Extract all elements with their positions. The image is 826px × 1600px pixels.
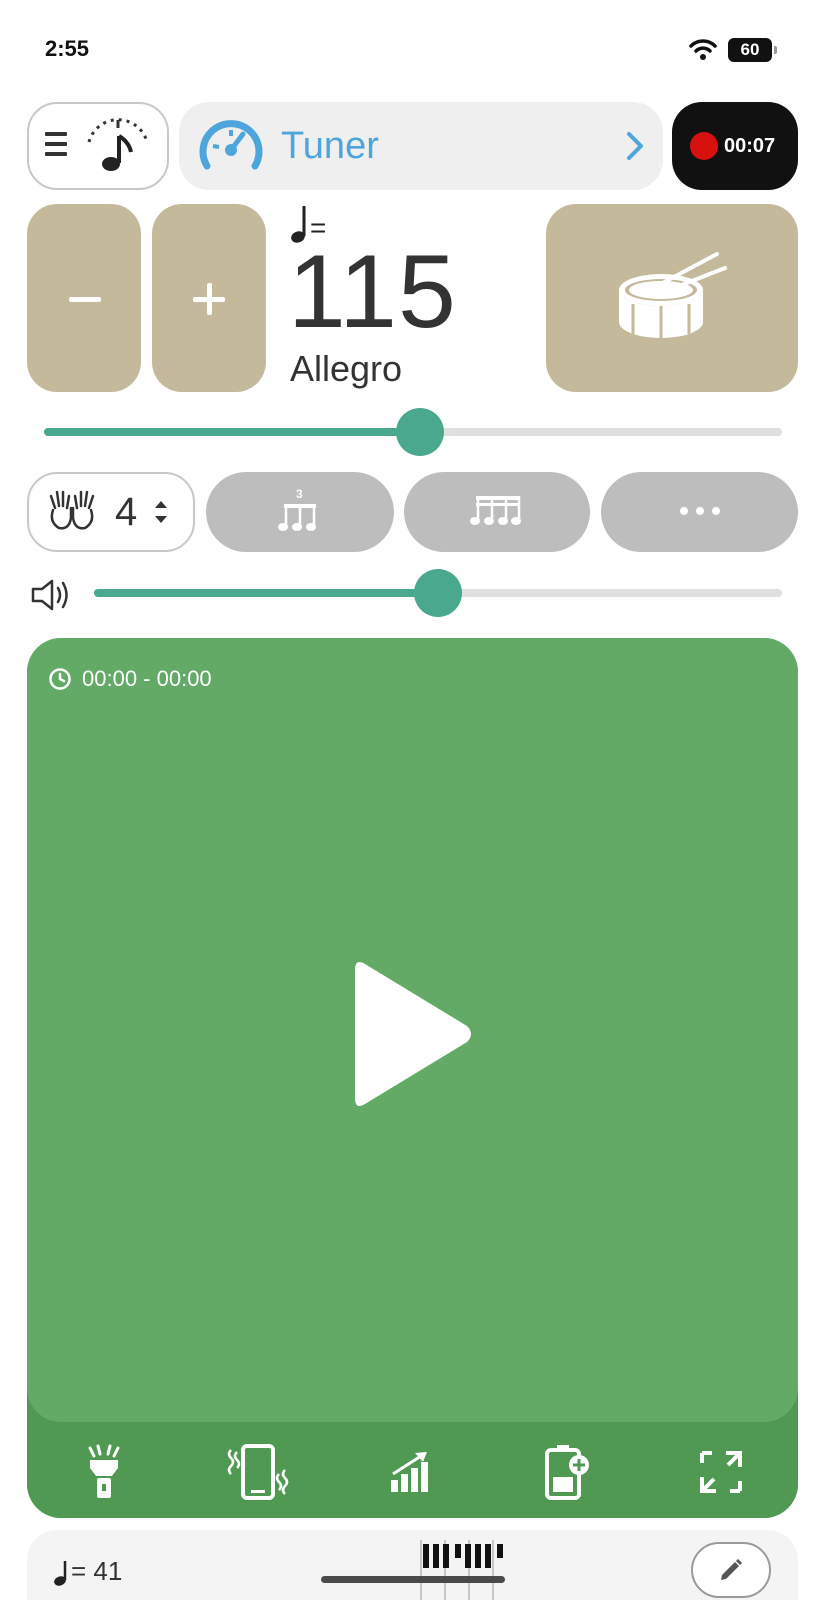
record-time: 00:07 xyxy=(724,134,776,157)
secondary-tempo[interactable]: = 41 xyxy=(53,1556,122,1587)
drum-icon xyxy=(617,246,727,351)
chevron-right-icon xyxy=(625,130,645,167)
subdivision-button[interactable] xyxy=(404,472,590,552)
menu-button[interactable] xyxy=(27,102,169,190)
piano-keys-icon[interactable] xyxy=(397,1540,507,1600)
beats-per-measure-button[interactable]: 4 xyxy=(27,472,195,552)
ellipsis-icon xyxy=(679,503,721,521)
fullscreen-icon xyxy=(699,1451,742,1493)
volume-slider[interactable] xyxy=(94,569,782,617)
status-time: 2:55 xyxy=(45,36,90,61)
pencil-icon xyxy=(721,1559,742,1580)
tempo-increase-button[interactable] xyxy=(152,204,266,392)
session-timer: 00:00 - 00:00 xyxy=(48,666,212,692)
triplet-notes-icon: 3 xyxy=(278,486,322,539)
beats-value: 4 xyxy=(115,489,138,534)
accelerate-button[interactable] xyxy=(372,1437,452,1507)
bpm-value[interactable]: 115 xyxy=(288,240,457,344)
play-icon[interactable] xyxy=(347,956,477,1117)
play-panel[interactable]: 00:00 - 00:00 xyxy=(27,638,798,1518)
beats-stepper-icon xyxy=(153,498,169,526)
flashlight-button[interactable] xyxy=(64,1437,144,1507)
record-button[interactable]: 00:07 xyxy=(672,102,798,190)
vibrate-button[interactable] xyxy=(218,1437,298,1507)
tuner-button[interactable]: Tuner xyxy=(179,102,663,190)
home-indicator xyxy=(321,1576,505,1583)
quarter-note-icon xyxy=(54,1561,67,1586)
battery-saver-button[interactable] xyxy=(527,1437,607,1507)
bottom-bar: = 41 xyxy=(27,1530,798,1600)
secondary-tempo-value: = 41 xyxy=(71,1556,123,1586)
battery-indicator: 60 xyxy=(728,38,777,62)
flashlight-icon xyxy=(88,1444,120,1498)
triplet-button[interactable]: 3 xyxy=(206,472,394,552)
battery-saver-icon xyxy=(544,1445,589,1500)
sixteenth-notes-icon xyxy=(470,492,524,533)
clapping-hands-icon xyxy=(47,488,97,537)
fullscreen-button[interactable] xyxy=(681,1437,761,1507)
play-area[interactable]: 00:00 - 00:00 xyxy=(27,638,798,1422)
hamburger-menu-icon xyxy=(45,129,69,164)
vibrate-icon xyxy=(228,1444,289,1500)
edit-button[interactable] xyxy=(691,1542,771,1598)
volume-slider-thumb[interactable] xyxy=(414,569,462,617)
accelerate-icon xyxy=(391,1452,429,1492)
tempo-display: = 115 Allegro xyxy=(288,200,530,400)
tuner-label: Tuner xyxy=(281,124,379,167)
tuner-gauge-icon xyxy=(199,116,263,177)
tempo-decrease-button[interactable] xyxy=(27,204,141,392)
clock-icon xyxy=(49,668,71,690)
speaker-volume-icon xyxy=(30,577,76,618)
volume-slider-fill xyxy=(94,589,438,597)
sound-select-button[interactable] xyxy=(546,204,798,392)
tempo-slider-fill xyxy=(44,428,421,436)
metronome-note-icon xyxy=(83,112,153,181)
feature-toolbar xyxy=(27,1432,798,1512)
wifi-icon xyxy=(689,38,717,65)
tempo-slider[interactable] xyxy=(44,408,782,456)
status-bar: 2:55 60 xyxy=(0,0,826,100)
more-options-button[interactable] xyxy=(601,472,798,552)
tempo-marking: Allegro xyxy=(290,348,403,389)
timer-text: 00:00 - 00:00 xyxy=(82,666,212,691)
svg-text:3: 3 xyxy=(296,487,303,501)
tempo-slider-thumb[interactable] xyxy=(396,408,445,456)
record-dot-icon xyxy=(690,132,718,160)
